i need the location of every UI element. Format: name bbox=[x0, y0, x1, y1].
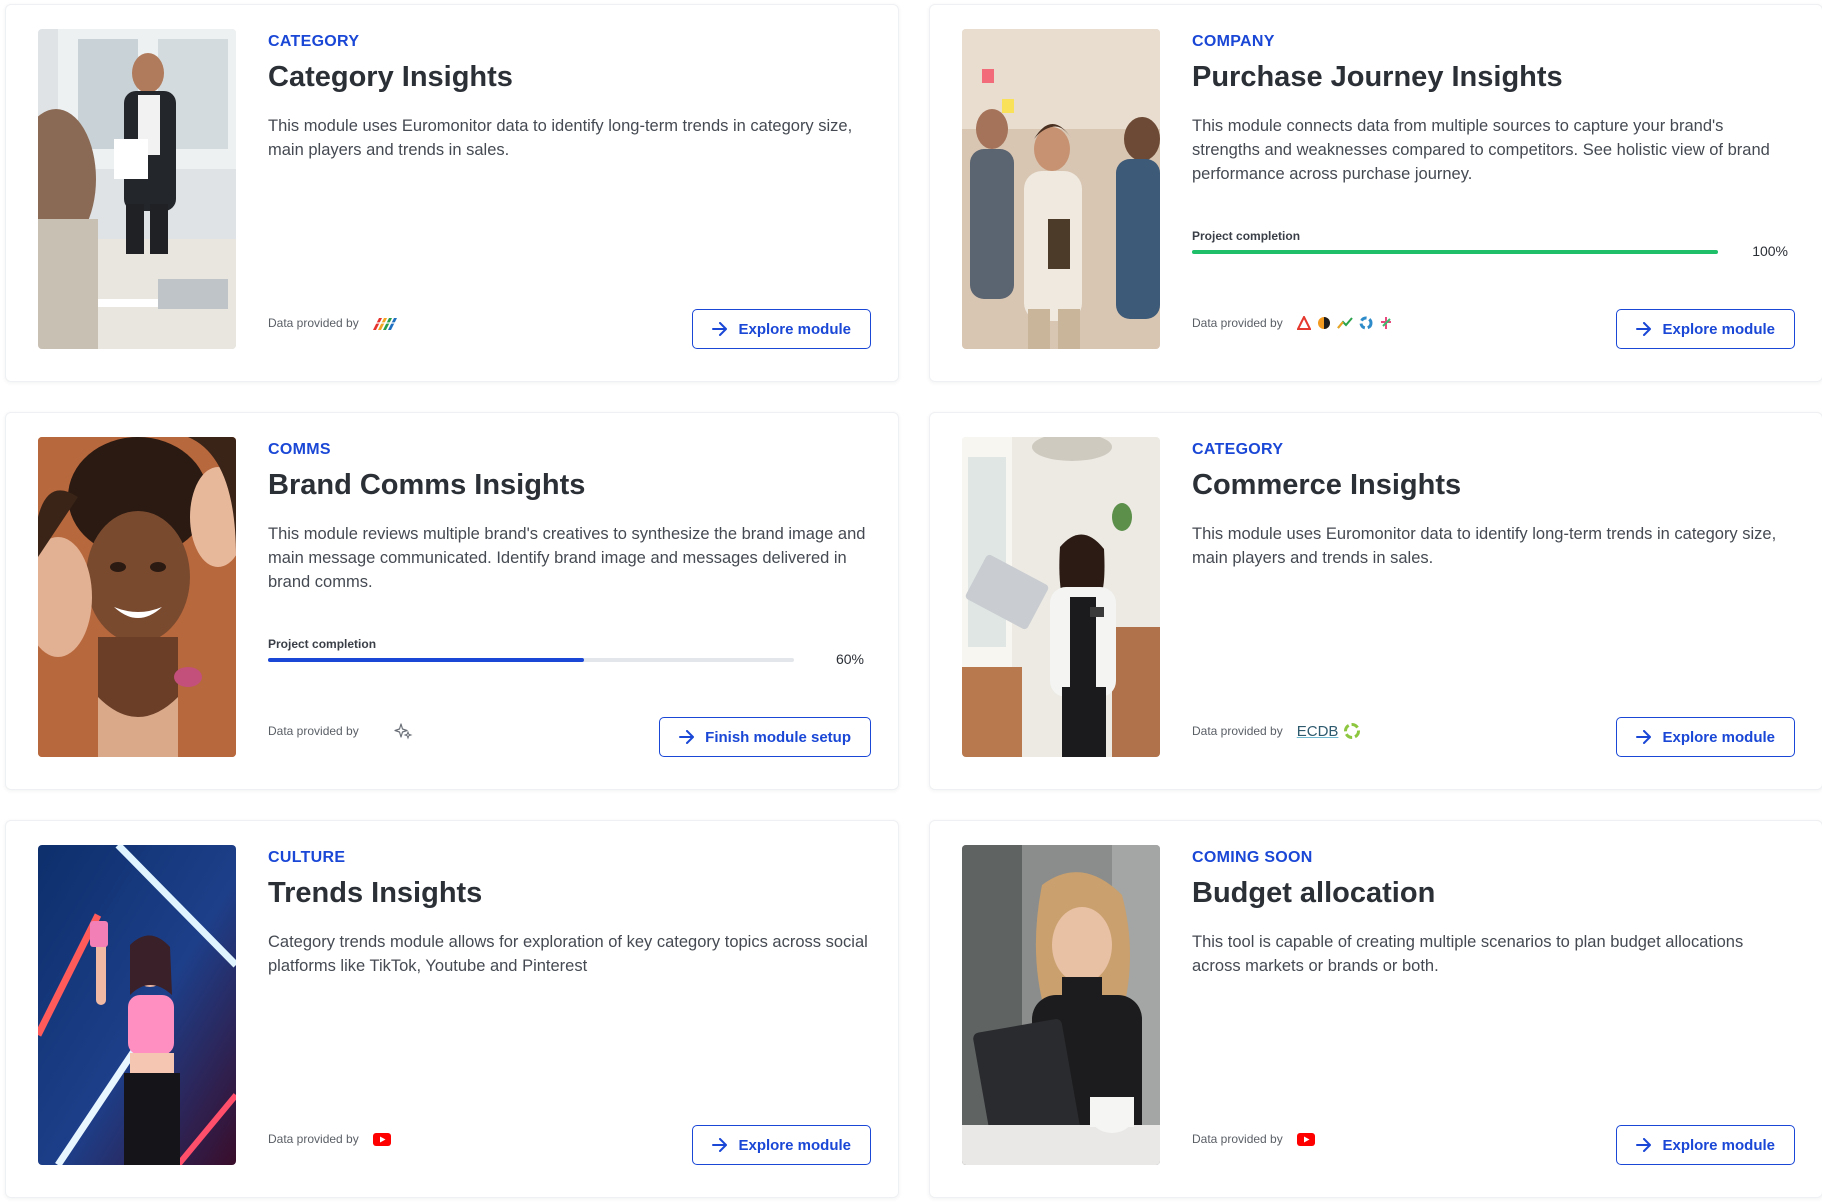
explore-module-button[interactable]: Explore module bbox=[1616, 717, 1795, 757]
card-photo-woman-working-laptop bbox=[962, 845, 1160, 1165]
arrow-right-icon bbox=[712, 322, 728, 336]
button-label: Explore module bbox=[1662, 320, 1775, 338]
card-category: COMING SOON bbox=[1192, 849, 1313, 866]
explore-module-button[interactable]: Explore module bbox=[692, 309, 871, 349]
button-label: Explore module bbox=[1662, 1136, 1775, 1154]
progress-percent: 100% bbox=[1752, 243, 1788, 259]
card-description: This module uses Euromonitor data to ide… bbox=[1192, 525, 1777, 567]
card-body: COMPANY Purchase Journey Insights This m… bbox=[1192, 33, 1792, 355]
card-photo-woman-laptop-card bbox=[962, 437, 1160, 757]
provider-logo-trend bbox=[1336, 317, 1353, 329]
data-provider-label: Data provided by bbox=[268, 1132, 359, 1146]
module-card-commerce-insights: CATEGORY Commerce Insights This module u… bbox=[929, 412, 1822, 790]
card-category: CULTURE bbox=[268, 849, 346, 866]
card-description: Category trends module allows for explor… bbox=[268, 933, 868, 975]
card-title: Budget allocation bbox=[1192, 877, 1436, 909]
card-category: CATEGORY bbox=[268, 33, 360, 50]
progress-percent: 60% bbox=[835, 651, 864, 667]
card-body: COMMS Brand Comms Insights This module r… bbox=[268, 441, 868, 763]
card-body: CULTURE Trends Insights Category trends … bbox=[268, 849, 868, 1171]
button-label: Explore module bbox=[738, 320, 851, 338]
progress-label: Project completion bbox=[268, 637, 377, 651]
data-provider-label: Data provided by bbox=[268, 316, 359, 330]
data-provider-label: Data provided by bbox=[268, 724, 359, 738]
data-provider-label: Data provided by bbox=[1192, 724, 1283, 738]
card-body: CATEGORY Commerce Insights This module u… bbox=[1192, 441, 1792, 763]
button-label: Finish module setup bbox=[705, 728, 851, 746]
data-provider: Data provided by bbox=[268, 1129, 391, 1149]
arrow-right-icon bbox=[712, 1138, 728, 1152]
project-completion: Project completion 100% bbox=[1192, 229, 1792, 269]
card-title: Trends Insights bbox=[268, 877, 483, 909]
euromonitor-logo bbox=[372, 318, 399, 330]
card-title: Commerce Insights bbox=[1192, 469, 1462, 501]
arrow-right-icon bbox=[1636, 1138, 1652, 1152]
module-card-purchase-journey-insights: COMPANY Purchase Journey Insights This m… bbox=[929, 4, 1822, 382]
provider-logo-triangle bbox=[1296, 316, 1311, 330]
data-provider-label: Data provided by bbox=[1192, 1132, 1283, 1146]
provider-logo-cross bbox=[1380, 317, 1391, 329]
card-body: CATEGORY Category Insights This module u… bbox=[268, 33, 868, 355]
progress-label: Project completion bbox=[1192, 229, 1301, 243]
arrow-right-icon bbox=[679, 730, 695, 744]
card-photo-neon-selfie bbox=[38, 845, 236, 1165]
explore-module-button[interactable]: Explore module bbox=[1616, 309, 1795, 349]
card-description: This module uses Euromonitor data to ide… bbox=[268, 117, 853, 159]
data-provider: Data provided by bbox=[1192, 1129, 1315, 1149]
card-title: Brand Comms Insights bbox=[268, 469, 586, 501]
ecdb-mark-icon bbox=[1344, 723, 1361, 739]
module-grid: CATEGORY Category Insights This module u… bbox=[0, 0, 1822, 1202]
multiple-provider-logos bbox=[1296, 316, 1393, 330]
progress-track bbox=[268, 658, 794, 662]
sparkle-icon bbox=[394, 723, 413, 740]
finish-module-setup-button[interactable]: Finish module setup bbox=[659, 717, 871, 757]
module-card-budget-allocation: COMING SOON Budget allocation This tool … bbox=[929, 820, 1822, 1198]
card-category: COMPANY bbox=[1192, 33, 1275, 50]
card-category: CATEGORY bbox=[1192, 441, 1284, 458]
arrow-right-icon bbox=[1636, 730, 1652, 744]
youtube-logo bbox=[372, 1132, 391, 1146]
data-provider: Data provided by ECDB bbox=[1192, 721, 1361, 741]
provider-logo-circle bbox=[1317, 317, 1330, 329]
ecdb-logo: ECDB bbox=[1297, 723, 1361, 740]
card-photo-smiling-women bbox=[38, 437, 236, 757]
progress-track bbox=[1192, 250, 1718, 254]
explore-module-button[interactable]: Explore module bbox=[1616, 1125, 1795, 1165]
button-label: Explore module bbox=[738, 1136, 851, 1154]
card-title: Category Insights bbox=[268, 61, 513, 93]
card-body: COMING SOON Budget allocation This tool … bbox=[1192, 849, 1792, 1171]
card-photo-business-presentation bbox=[38, 29, 236, 349]
data-provider: Data provided by bbox=[1192, 313, 1393, 333]
data-provider-label: Data provided by bbox=[1192, 316, 1283, 330]
card-photo-team-brainstorm bbox=[962, 29, 1160, 349]
card-description: This module reviews multiple brand's cre… bbox=[268, 525, 866, 591]
card-category: COMMS bbox=[268, 441, 331, 458]
card-description: This module connects data from multiple … bbox=[1192, 117, 1770, 183]
progress-fill bbox=[1192, 250, 1718, 254]
button-label: Explore module bbox=[1662, 728, 1775, 746]
arrow-right-icon bbox=[1636, 322, 1652, 336]
module-card-category-insights: CATEGORY Category Insights This module u… bbox=[5, 4, 899, 382]
data-provider: Data provided by bbox=[268, 721, 413, 741]
ecdb-logo-text: ECDB bbox=[1296, 722, 1339, 740]
youtube-logo bbox=[1296, 1132, 1315, 1146]
project-completion: Project completion 60% bbox=[268, 637, 868, 677]
module-card-trends-insights: CULTURE Trends Insights Category trends … bbox=[5, 820, 899, 1198]
module-card-brand-comms-insights: COMMS Brand Comms Insights This module r… bbox=[5, 412, 899, 790]
provider-logo-spinner bbox=[1359, 316, 1373, 330]
progress-fill bbox=[268, 658, 584, 662]
data-provider: Data provided by bbox=[268, 313, 399, 333]
card-description: This tool is capable of creating multipl… bbox=[1192, 933, 1744, 975]
explore-module-button[interactable]: Explore module bbox=[692, 1125, 871, 1165]
card-title: Purchase Journey Insights bbox=[1192, 61, 1563, 93]
